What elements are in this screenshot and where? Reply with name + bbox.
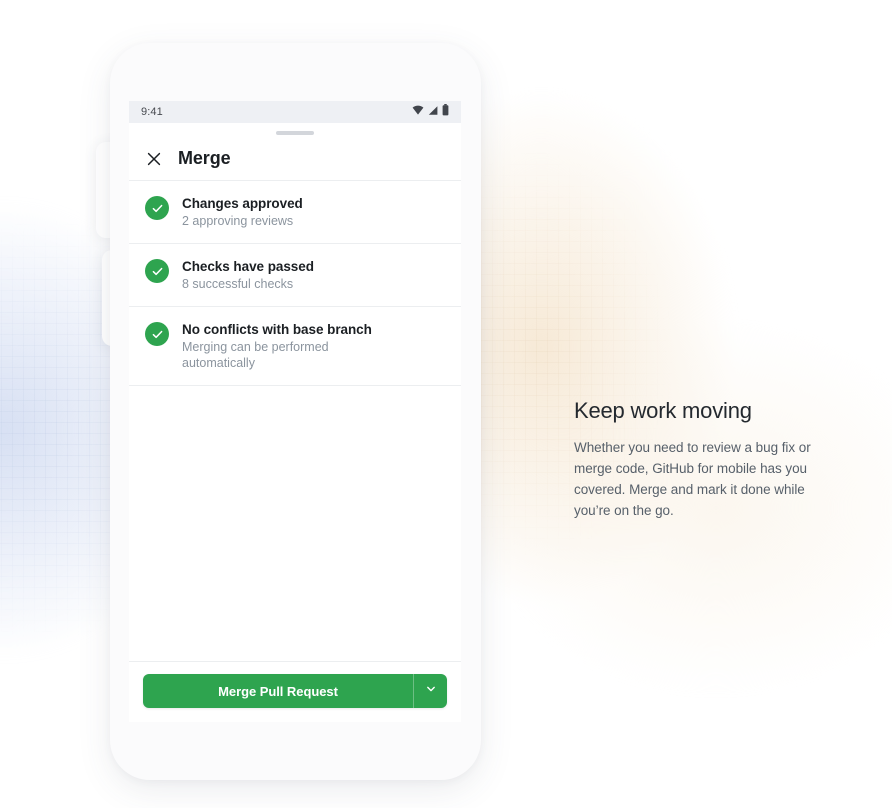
check-subtitle: Merging can be performed automatically (182, 340, 329, 370)
merge-options-dropdown-button[interactable] (413, 674, 447, 708)
page-title: Merge (178, 148, 231, 168)
check-row[interactable]: Changes approved 2 approving reviews (129, 181, 461, 244)
check-title: Changes approved (182, 196, 303, 211)
close-icon[interactable] (146, 151, 162, 167)
check-row-texts: No conflicts with base branch Merging ca… (182, 321, 382, 371)
sheet-footer: Merge Pull Request (129, 661, 461, 722)
merge-pull-request-button[interactable]: Merge Pull Request (143, 674, 413, 708)
phone-frame: 9:41 Merge Changes approved 2 approving … (110, 43, 481, 780)
status-bar-time: 9:41 (141, 106, 163, 118)
check-title: Checks have passed (182, 259, 314, 274)
background-right-grid (470, 120, 730, 640)
check-row-texts: Checks have passed 8 successful checks (182, 258, 314, 292)
check-row-texts: Changes approved 2 approving reviews (182, 195, 303, 229)
sheet-header: Merge (129, 137, 461, 181)
copy-heading: Keep work moving (574, 398, 752, 423)
marketing-copy-block: Keep work moving Whether you need to rev… (574, 397, 840, 521)
check-circle-icon (145, 322, 169, 346)
check-row[interactable]: No conflicts with base branch Merging ca… (129, 307, 461, 386)
status-bar-icons (412, 103, 449, 121)
check-title: No conflicts with base branch (182, 322, 372, 337)
drag-handle-area[interactable] (129, 123, 461, 137)
copy-body: Whether you need to review a bug fix or … (574, 440, 811, 518)
check-circle-icon (145, 259, 169, 283)
battery-icon (442, 103, 449, 121)
status-bar: 9:41 (129, 101, 461, 123)
merge-button-group: Merge Pull Request (143, 674, 447, 708)
merge-bottom-sheet: Merge Changes approved 2 approving revie… (129, 123, 461, 386)
sheet-drag-handle[interactable] (276, 130, 314, 135)
phone-screen: 9:41 Merge Changes approved 2 approving … (129, 101, 461, 722)
chevron-down-icon (425, 682, 437, 700)
check-subtitle: 2 approving reviews (182, 214, 294, 228)
cellular-signal-icon (428, 103, 438, 121)
check-subtitle: 8 successful checks (182, 277, 294, 291)
check-row[interactable]: Checks have passed 8 successful checks (129, 244, 461, 307)
check-circle-icon (145, 196, 169, 220)
wifi-icon (412, 103, 424, 121)
